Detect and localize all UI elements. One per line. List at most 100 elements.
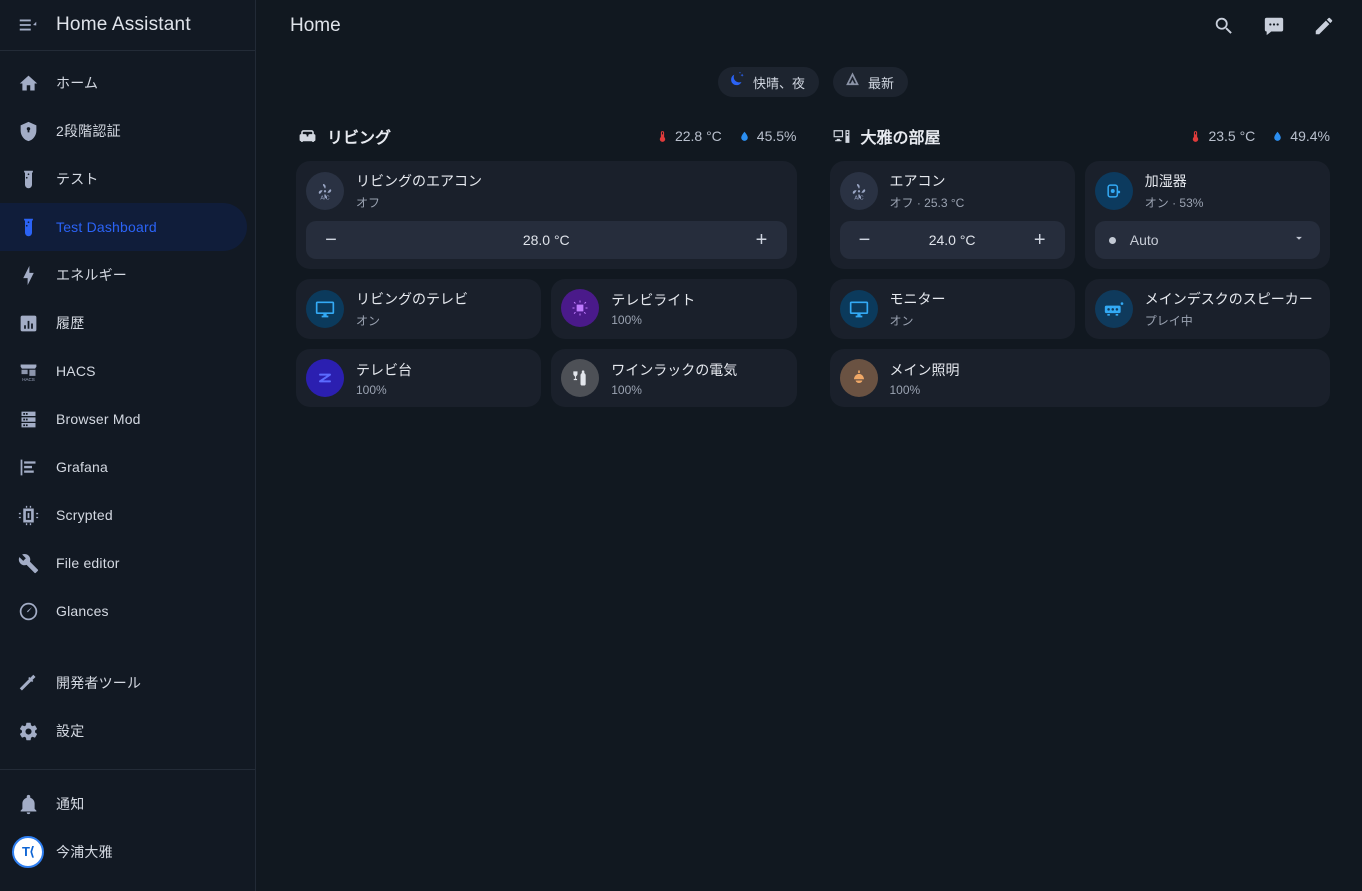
sidebar: Home Assistant ホーム 2段階認証 テスト Test Dashbo… xyxy=(0,0,256,891)
chip-weather[interactable]: 快晴、夜 xyxy=(717,67,819,97)
ceiling-light-icon xyxy=(839,359,878,397)
sidebar-item-settings[interactable]: 設定 xyxy=(0,707,247,755)
decrease-button[interactable]: − xyxy=(854,230,876,250)
card-living-tv-stand[interactable]: テレビ台 100% xyxy=(296,349,542,407)
card-room-humidifier[interactable]: 加湿器 オン · 53% Auto xyxy=(1084,161,1330,269)
card-name: メインデスクのスピーカー xyxy=(1144,291,1313,307)
chip-update[interactable]: 最新 xyxy=(833,67,909,97)
area-cards-living: A/C リビングのエアコン オフ − 28.0 °C + リビングのテレビ オン… xyxy=(296,161,797,407)
television-icon xyxy=(839,290,878,328)
humidifier-mode-value: Auto xyxy=(1129,232,1159,248)
sidebar-header: Home Assistant xyxy=(0,0,255,51)
humidifier-icon xyxy=(1094,172,1133,210)
sidebar-item-label: 設定 xyxy=(56,723,85,739)
sensor-humidity-value: 45.5% xyxy=(756,128,797,144)
increase-button[interactable]: + xyxy=(751,230,773,250)
card-header: リビングのテレビ オン xyxy=(306,289,531,329)
sidebar-item-label: 2段階認証 xyxy=(56,123,121,139)
sidebar-item-test[interactable]: テスト xyxy=(0,155,247,203)
increase-button[interactable]: + xyxy=(1029,230,1051,250)
thermometer-icon xyxy=(1193,130,1199,142)
shield-lock-icon xyxy=(0,121,56,142)
card-texts: モニター オン xyxy=(890,289,946,329)
sidebar-item-history[interactable]: 履歴 xyxy=(0,299,247,347)
card-header: A/C エアコン オフ · 25.3 °C xyxy=(839,171,1065,211)
card-room-speaker[interactable]: メインデスクのスピーカー プレイ中 xyxy=(1084,279,1330,339)
area-sensors: 23.5 °C 49.4% xyxy=(1189,128,1330,144)
card-texts: テレビ台 100% xyxy=(356,360,412,397)
sensor-temperature-value: 22.8 °C xyxy=(674,128,722,144)
assist-icon[interactable] xyxy=(1254,6,1294,46)
led-strip-icon xyxy=(561,289,600,327)
bell-icon xyxy=(0,794,56,815)
chevron-down-icon[interactable] xyxy=(1292,231,1306,250)
avatar: T⟨ xyxy=(0,836,56,868)
card-living-tv[interactable]: リビングのテレビ オン xyxy=(296,279,542,339)
water-drop-icon xyxy=(741,131,748,141)
sidebar-item-scrypted[interactable]: Scrypted xyxy=(0,491,247,539)
sidebar-item-home[interactable]: ホーム xyxy=(0,59,247,107)
card-room-monitor[interactable]: モニター オン xyxy=(829,279,1075,339)
weather-night-icon xyxy=(729,71,746,93)
thermometer-icon xyxy=(659,130,666,142)
sidebar-item-notifications[interactable]: 通知 xyxy=(0,780,247,828)
card-header: 加湿器 オン · 53% xyxy=(1094,171,1320,211)
card-living-wine-rack-light[interactable]: ワインラックの電気 100% xyxy=(551,349,797,407)
card-room-ac[interactable]: A/C エアコン オフ · 25.3 °C − 24.0 °C + xyxy=(829,161,1075,269)
ac-fan-icon: A/C xyxy=(306,172,344,210)
card-state: オフ xyxy=(356,196,381,210)
card-state: 100% xyxy=(611,312,642,327)
topbar: Home xyxy=(256,0,1362,51)
gauge-icon xyxy=(0,601,56,622)
sidebar-item-label: ホーム xyxy=(56,75,99,91)
humidifier-mode-select[interactable]: Auto xyxy=(1094,221,1320,259)
target-temperature-value: 24.0 °C xyxy=(928,232,976,248)
card-header: メイン照明 100% xyxy=(839,359,1321,397)
sidebar-item-grafana[interactable]: Grafana xyxy=(0,443,247,491)
card-texts: 加湿器 オン · 53% xyxy=(1145,171,1204,211)
card-living-ac[interactable]: A/C リビングのエアコン オフ − 28.0 °C + xyxy=(296,161,797,269)
wrench-icon xyxy=(0,553,56,574)
edit-pencil-icon[interactable] xyxy=(1304,6,1344,46)
temperature-stepper[interactable]: − 24.0 °C + xyxy=(839,221,1065,259)
card-name: ワインラックの電気 xyxy=(611,361,738,378)
grafana-chart-icon xyxy=(0,457,56,478)
card-room-main-light[interactable]: メイン照明 100% xyxy=(829,349,1330,407)
sidebar-item-developer-tools[interactable]: 開発者ツール xyxy=(0,659,247,707)
sidebar-item-file-editor[interactable]: File editor xyxy=(0,539,247,587)
test-tube-icon xyxy=(0,169,56,190)
svg-text:A/C: A/C xyxy=(854,195,863,201)
television-icon xyxy=(306,290,344,328)
area-cards-taiga-room: A/C エアコン オフ · 25.3 °C − 24.0 °C + 加湿器 オン… xyxy=(829,161,1330,407)
sidebar-item-test-dashboard[interactable]: Test Dashboard xyxy=(0,203,247,251)
sidebar-item-glances[interactable]: Glances xyxy=(0,587,247,635)
menu-open-icon[interactable] xyxy=(0,0,56,51)
sidebar-item-energy[interactable]: エネルギー xyxy=(0,251,247,299)
sidebar-item-hacs[interactable]: HACS HACS xyxy=(0,347,247,395)
card-name: メイン照明 xyxy=(889,361,960,378)
sidebar-item-label: File editor xyxy=(56,555,120,571)
svg-text:HACS: HACS xyxy=(22,377,35,382)
card-header: モニター オン xyxy=(839,289,1065,329)
sidebar-item-label: HACS xyxy=(56,363,96,379)
sidebar-item-label: テスト xyxy=(56,171,99,187)
page-title: Home xyxy=(290,14,341,36)
sensor-temperature: 23.5 °C xyxy=(1189,128,1255,144)
topbar-actions xyxy=(1204,6,1344,46)
chip-icon xyxy=(0,505,56,526)
chart-box-icon xyxy=(0,313,56,334)
main-content: Home 快晴、夜 最新 リビング 22.8 °C 45.5% A/C リビング… xyxy=(256,0,1362,891)
sidebar-item-browser-mod[interactable]: Browser Mod xyxy=(0,395,247,443)
card-state: プレイ中 xyxy=(1144,314,1193,328)
sidebar-item-two-factor[interactable]: 2段階認証 xyxy=(0,107,247,155)
search-icon[interactable] xyxy=(1204,6,1244,46)
decrease-button[interactable]: − xyxy=(320,230,342,250)
area-column-taiga-room: 大雅の部屋 23.5 °C 49.4% A/C エアコン オフ · 25.3 °… xyxy=(829,119,1330,407)
temperature-stepper[interactable]: − 28.0 °C + xyxy=(306,221,787,259)
card-state: オン xyxy=(889,314,914,328)
sidebar-item-user[interactable]: T⟨ 今浦大雅 xyxy=(0,828,247,876)
area-name: 大雅の部屋 xyxy=(860,130,941,147)
card-living-tv-light[interactable]: テレビライト 100% xyxy=(551,279,797,339)
server-rack-icon xyxy=(0,409,56,430)
card-state: オフ · 25.3 °C xyxy=(889,196,965,210)
